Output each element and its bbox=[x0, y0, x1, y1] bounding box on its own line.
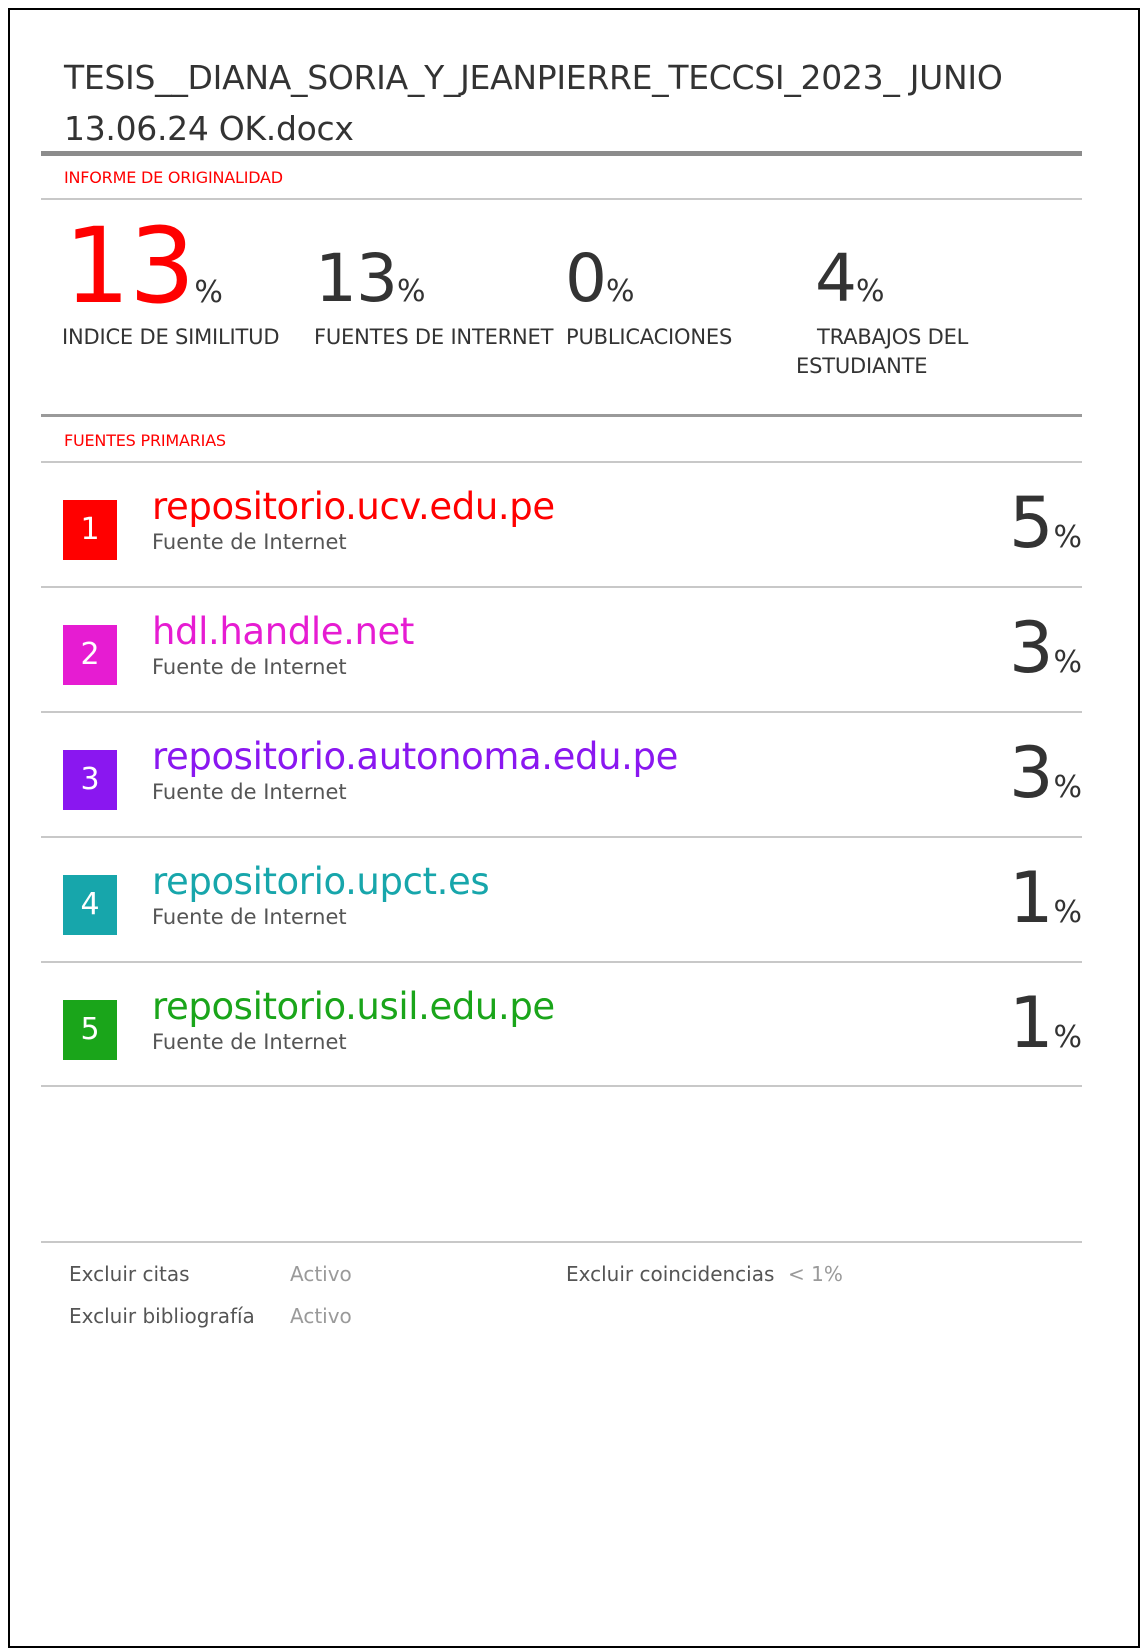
title-divider bbox=[41, 151, 1082, 156]
source-percent: 1% bbox=[1009, 859, 1082, 952]
source-type: Fuente de Internet bbox=[152, 780, 347, 804]
source-link[interactable]: repositorio.usil.edu.pe bbox=[152, 984, 555, 1030]
filters-divider bbox=[41, 1241, 1082, 1243]
source-percent-value: 3 bbox=[1008, 732, 1054, 814]
source-row[interactable]: 5 repositorio.usil.edu.pe Fuente de Inte… bbox=[41, 962, 1082, 1090]
source-rank-badge: 1 bbox=[63, 500, 117, 560]
source-percent-unit: % bbox=[1053, 770, 1082, 805]
similarity-index-stat: 13% bbox=[64, 214, 223, 318]
source-percent: 3% bbox=[1009, 609, 1082, 702]
similarity-index-value: 13 bbox=[64, 205, 195, 327]
source-percent-unit: % bbox=[1053, 1020, 1082, 1055]
source-rank-badge: 5 bbox=[63, 1000, 117, 1060]
primary-sources-section-label: FUENTES PRIMARIAS bbox=[64, 431, 226, 450]
source-row[interactable]: 2 hdl.handle.net Fuente de Internet 3% bbox=[41, 587, 1082, 715]
source-percent-unit: % bbox=[1053, 645, 1082, 680]
source-divider bbox=[41, 1085, 1082, 1087]
source-percent-unit: % bbox=[1053, 895, 1082, 930]
publications-stat: 0% bbox=[565, 244, 635, 314]
exclude-bibliography-label: Excluir bibliografía bbox=[69, 1304, 255, 1328]
source-link[interactable]: repositorio.upct.es bbox=[152, 859, 490, 905]
student-papers-label-line1: TRABAJOS DEL bbox=[817, 325, 969, 349]
source-row[interactable]: 3 repositorio.autonoma.edu.pe Fuente de … bbox=[41, 712, 1082, 840]
source-type: Fuente de Internet bbox=[152, 655, 347, 679]
student-papers-value: 4 bbox=[815, 240, 857, 317]
document-title-line2: 13.06.24 OK.docx bbox=[64, 109, 354, 148]
source-row[interactable]: 1 repositorio.ucv.edu.pe Fuente de Inter… bbox=[41, 462, 1082, 590]
source-percent-value: 1 bbox=[1008, 982, 1054, 1064]
originality-section-label: INFORME DE ORIGINALIDAD bbox=[64, 168, 283, 187]
source-percent: 1% bbox=[1009, 984, 1082, 1077]
source-link[interactable]: repositorio.autonoma.edu.pe bbox=[152, 734, 678, 780]
source-row[interactable]: 4 repositorio.upct.es Fuente de Internet… bbox=[41, 837, 1082, 965]
internet-sources-value: 13 bbox=[315, 240, 398, 317]
source-percent-value: 1 bbox=[1008, 857, 1054, 939]
source-percent-unit: % bbox=[1053, 520, 1082, 555]
similarity-index-label: INDICE DE SIMILITUD bbox=[62, 325, 280, 349]
internet-sources-stat: 13% bbox=[315, 244, 426, 314]
document-title: TESIS__DIANA_SORIA_Y_JEANPIERRE_TECCSI_2… bbox=[64, 52, 1074, 154]
stats-divider bbox=[41, 414, 1082, 417]
source-percent-value: 3 bbox=[1008, 607, 1054, 689]
source-link[interactable]: hdl.handle.net bbox=[152, 609, 414, 655]
source-type: Fuente de Internet bbox=[152, 530, 347, 554]
student-papers-stat: 4% bbox=[815, 244, 885, 314]
source-percent: 5% bbox=[1009, 484, 1082, 577]
source-type: Fuente de Internet bbox=[152, 1030, 347, 1054]
publications-unit: % bbox=[606, 274, 635, 309]
publications-value: 0 bbox=[565, 240, 607, 317]
source-rank-badge: 2 bbox=[63, 625, 117, 685]
source-rank-badge: 4 bbox=[63, 875, 117, 935]
source-percent: 3% bbox=[1009, 734, 1082, 827]
student-papers-label-line2: ESTUDIANTE bbox=[796, 354, 928, 378]
exclude-matches-label: Excluir coincidencias bbox=[566, 1262, 775, 1286]
exclude-matches-value: < 1% bbox=[788, 1262, 843, 1286]
originality-divider bbox=[41, 198, 1082, 200]
source-percent-value: 5 bbox=[1008, 482, 1054, 564]
publications-label: PUBLICACIONES bbox=[566, 325, 733, 349]
internet-sources-label: FUENTES DE INTERNET bbox=[314, 325, 554, 349]
source-type: Fuente de Internet bbox=[152, 905, 347, 929]
source-link[interactable]: repositorio.ucv.edu.pe bbox=[152, 484, 555, 530]
internet-sources-unit: % bbox=[396, 274, 426, 309]
similarity-index-unit: % bbox=[194, 275, 223, 310]
document-title-line1: TESIS__DIANA_SORIA_Y_JEANPIERRE_TECCSI_2… bbox=[64, 58, 1003, 97]
source-rank-badge: 3 bbox=[63, 750, 117, 810]
exclude-bibliography-value: Activo bbox=[290, 1304, 352, 1328]
exclude-quotes-label: Excluir citas bbox=[69, 1262, 190, 1286]
student-papers-unit: % bbox=[856, 274, 885, 309]
exclude-quotes-value: Activo bbox=[290, 1262, 352, 1286]
